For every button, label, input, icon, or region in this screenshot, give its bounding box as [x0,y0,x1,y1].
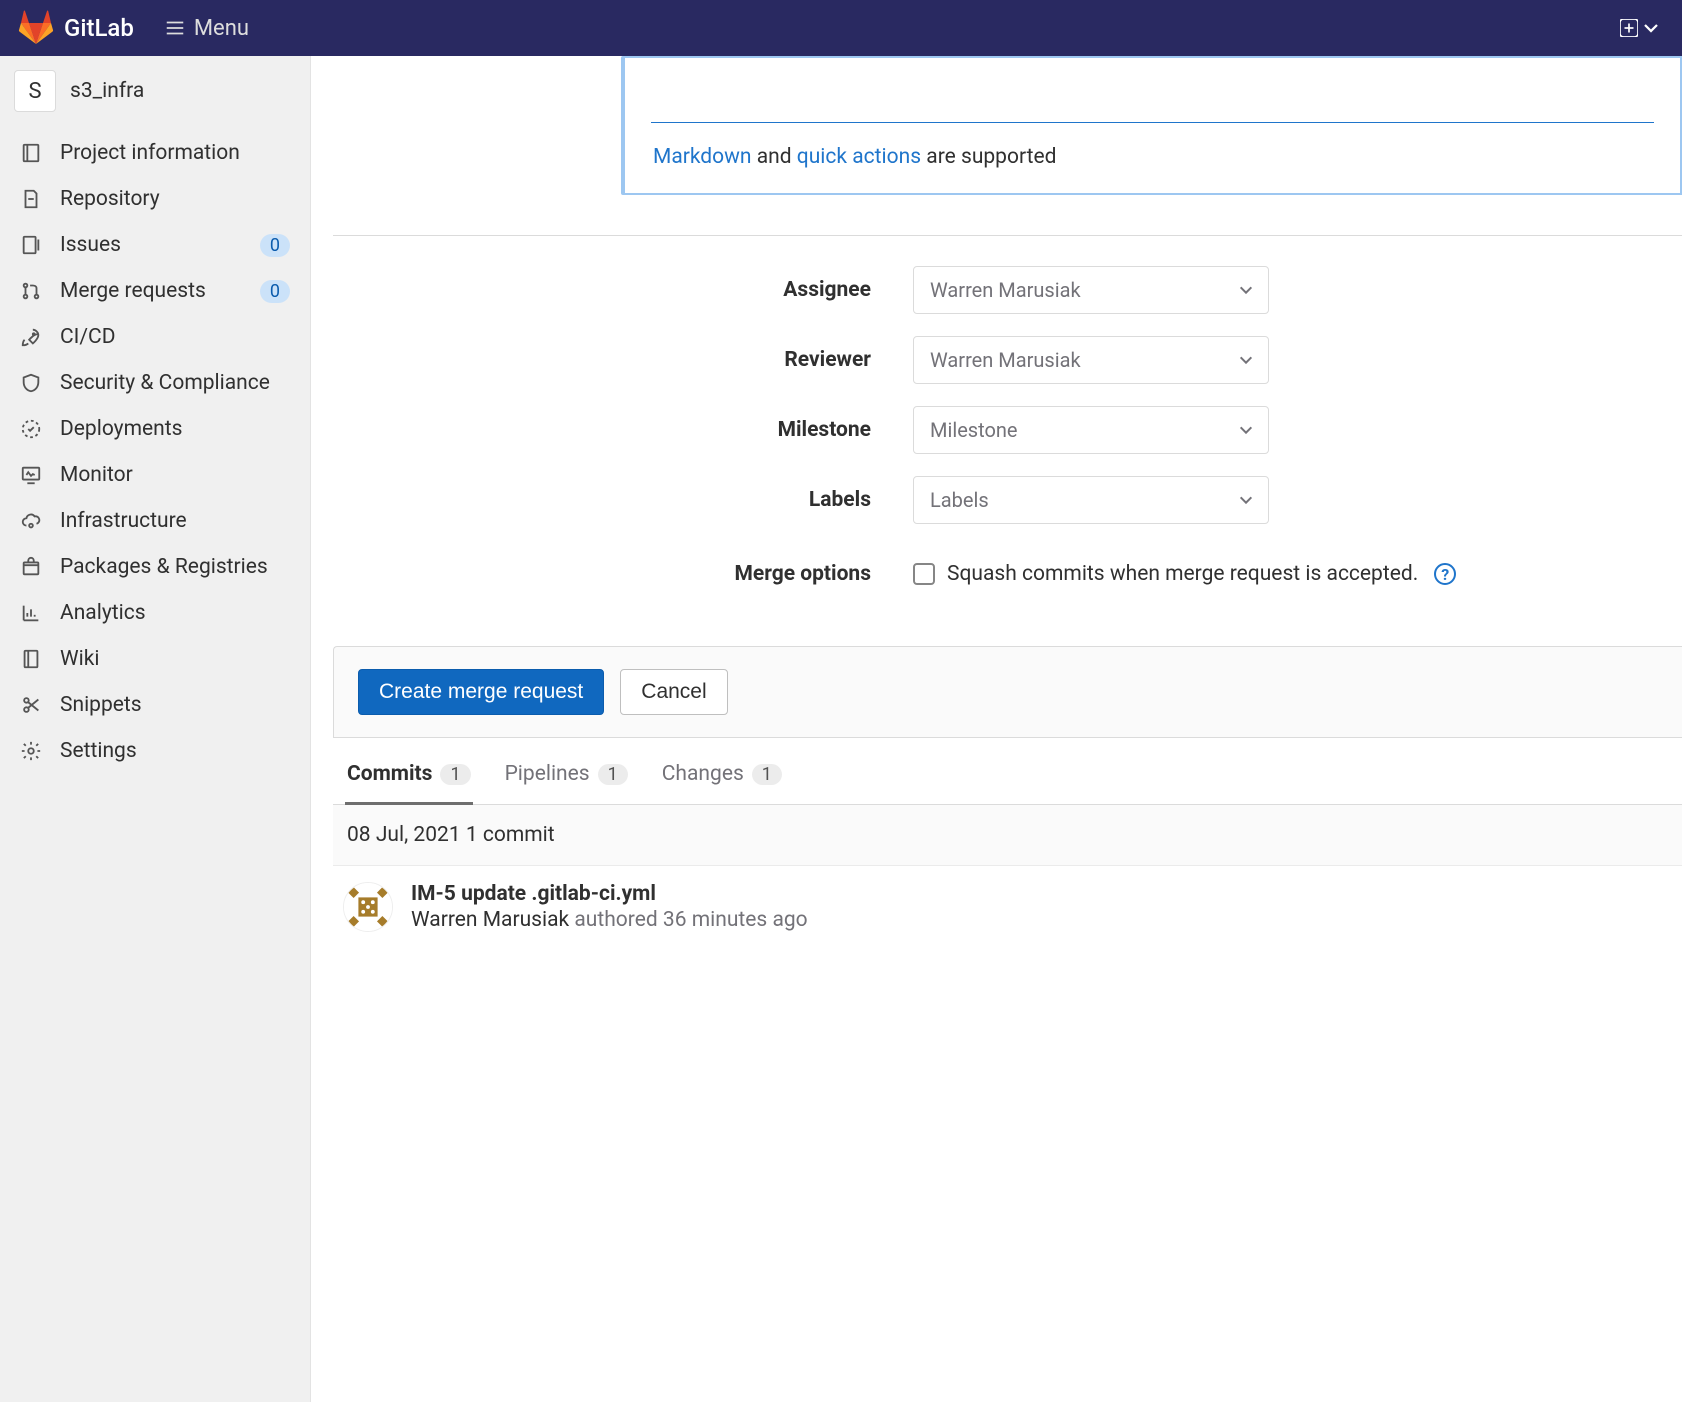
assignee-dropdown[interactable]: Warren Marusiak [913,266,1269,314]
markdown-link[interactable]: Markdown [653,145,752,169]
file-icon [20,188,42,210]
new-dropdown[interactable] [1616,15,1664,41]
top-navbar: GitLab Menu [0,0,1682,56]
plus-icon [1620,19,1638,37]
sidebar-item-merge-requests[interactable]: Merge requests 0 [0,268,310,314]
wiki-icon [20,648,42,670]
description-hint: Markdown and quick actions are supported [625,123,1680,169]
separator [333,235,1682,236]
sidebar-item-packages[interactable]: Packages & Registries [0,544,310,590]
sidebar-item-project-information[interactable]: Project information [0,130,310,176]
shield-icon [20,372,42,394]
create-merge-request-button[interactable]: Create merge request [358,669,604,715]
hamburger-icon [164,17,186,39]
project-avatar: S [14,70,56,112]
gitlab-logo-icon [18,10,54,46]
tab-commits[interactable]: Commits 1 [345,746,473,804]
merge-options-label: Merge options [333,562,913,586]
cancel-button[interactable]: Cancel [620,669,727,715]
sidebar-item-snippets[interactable]: Snippets [0,682,310,728]
deploy-icon [20,418,42,440]
sidebar-item-label: Security & Compliance [60,371,290,395]
sidebar: S s3_infra Project information Repositor… [0,56,311,1402]
merge-requests-badge: 0 [260,280,290,303]
reviewer-label: Reviewer [333,348,913,372]
sidebar-item-label: Repository [60,187,290,211]
sidebar-item-settings[interactable]: Settings [0,728,310,774]
commit-time: 36 minutes ago [663,908,808,932]
commit-title: IM-5 update .gitlab-ci.yml [411,882,808,906]
reviewer-dropdown[interactable]: Warren Marusiak [913,336,1269,384]
package-icon [20,556,42,578]
sidebar-item-label: Wiki [60,647,290,671]
book-icon [20,142,42,164]
gitlab-brand[interactable]: GitLab [18,10,134,46]
chevron-down-icon [1238,352,1254,368]
tabs: Commits 1 Pipelines 1 Changes 1 [333,746,1682,805]
commit-group-header: 08 Jul, 2021 1 commit [333,805,1682,866]
chevron-down-icon [1642,19,1660,37]
main-content: Markdown and quick actions are supported… [311,56,1682,1402]
help-icon[interactable]: ? [1434,563,1456,585]
sidebar-item-label: CI/CD [60,325,290,349]
chevron-down-icon [1238,282,1254,298]
sidebar-item-label: Infrastructure [60,509,290,533]
labels-dropdown[interactable]: Labels [913,476,1269,524]
commit-row[interactable]: IM-5 update .gitlab-ci.yml Warren Marusi… [333,866,1682,948]
sidebar-item-infrastructure[interactable]: Infrastructure [0,498,310,544]
sidebar-item-label: Analytics [60,601,290,625]
sidebar-item-monitor[interactable]: Monitor [0,452,310,498]
commit-meta: Warren Marusiak authored 36 minutes ago [411,908,808,932]
sidebar-item-wiki[interactable]: Wiki [0,636,310,682]
description-editor[interactable]: Markdown and quick actions are supported [621,56,1682,195]
squash-label: Squash commits when merge request is acc… [947,562,1418,586]
sidebar-item-deployments[interactable]: Deployments [0,406,310,452]
tab-count: 1 [440,764,470,785]
tab-count: 1 [598,764,628,785]
menu-label: Menu [194,16,249,41]
tab-pipelines[interactable]: Pipelines 1 [503,746,630,804]
milestone-label: Milestone [333,418,913,442]
sidebar-item-label: Settings [60,739,290,763]
sidebar-item-issues[interactable]: Issues 0 [0,222,310,268]
monitor-icon [20,464,42,486]
sidebar-item-analytics[interactable]: Analytics [0,590,310,636]
labels-label: Labels [333,488,913,512]
sidebar-item-security[interactable]: Security & Compliance [0,360,310,406]
chevron-down-icon [1238,492,1254,508]
issues-icon [20,234,42,256]
sidebar-item-label: Packages & Registries [60,555,290,579]
chevron-down-icon [1238,422,1254,438]
milestone-dropdown[interactable]: Milestone [913,406,1269,454]
sidebar-item-label: Deployments [60,417,290,441]
assignee-label: Assignee [333,278,913,302]
rocket-icon [20,326,42,348]
squash-checkbox[interactable] [913,563,935,585]
tab-count: 1 [752,764,782,785]
sidebar-item-label: Merge requests [60,279,242,303]
sidebar-item-label: Monitor [60,463,290,487]
chart-icon [20,602,42,624]
sidebar-item-label: Issues [60,233,242,257]
sidebar-item-cicd[interactable]: CI/CD [0,314,310,360]
project-name: s3_infra [70,79,144,103]
sidebar-item-label: Project information [60,141,290,165]
quick-actions-link[interactable]: quick actions [797,145,921,169]
scissors-icon [20,694,42,716]
avatar [343,882,393,932]
sidebar-item-label: Snippets [60,693,290,717]
menu-button[interactable]: Menu [152,8,261,49]
gear-icon [20,740,42,762]
actions-bar: Create merge request Cancel [333,646,1682,738]
merge-icon [20,280,42,302]
project-header[interactable]: S s3_infra [0,56,310,126]
gitlab-brand-text: GitLab [64,14,134,42]
cloud-gear-icon [20,510,42,532]
commit-author: Warren Marusiak [411,908,569,932]
sidebar-item-repository[interactable]: Repository [0,176,310,222]
issues-badge: 0 [260,234,290,257]
tab-changes[interactable]: Changes 1 [660,746,784,804]
